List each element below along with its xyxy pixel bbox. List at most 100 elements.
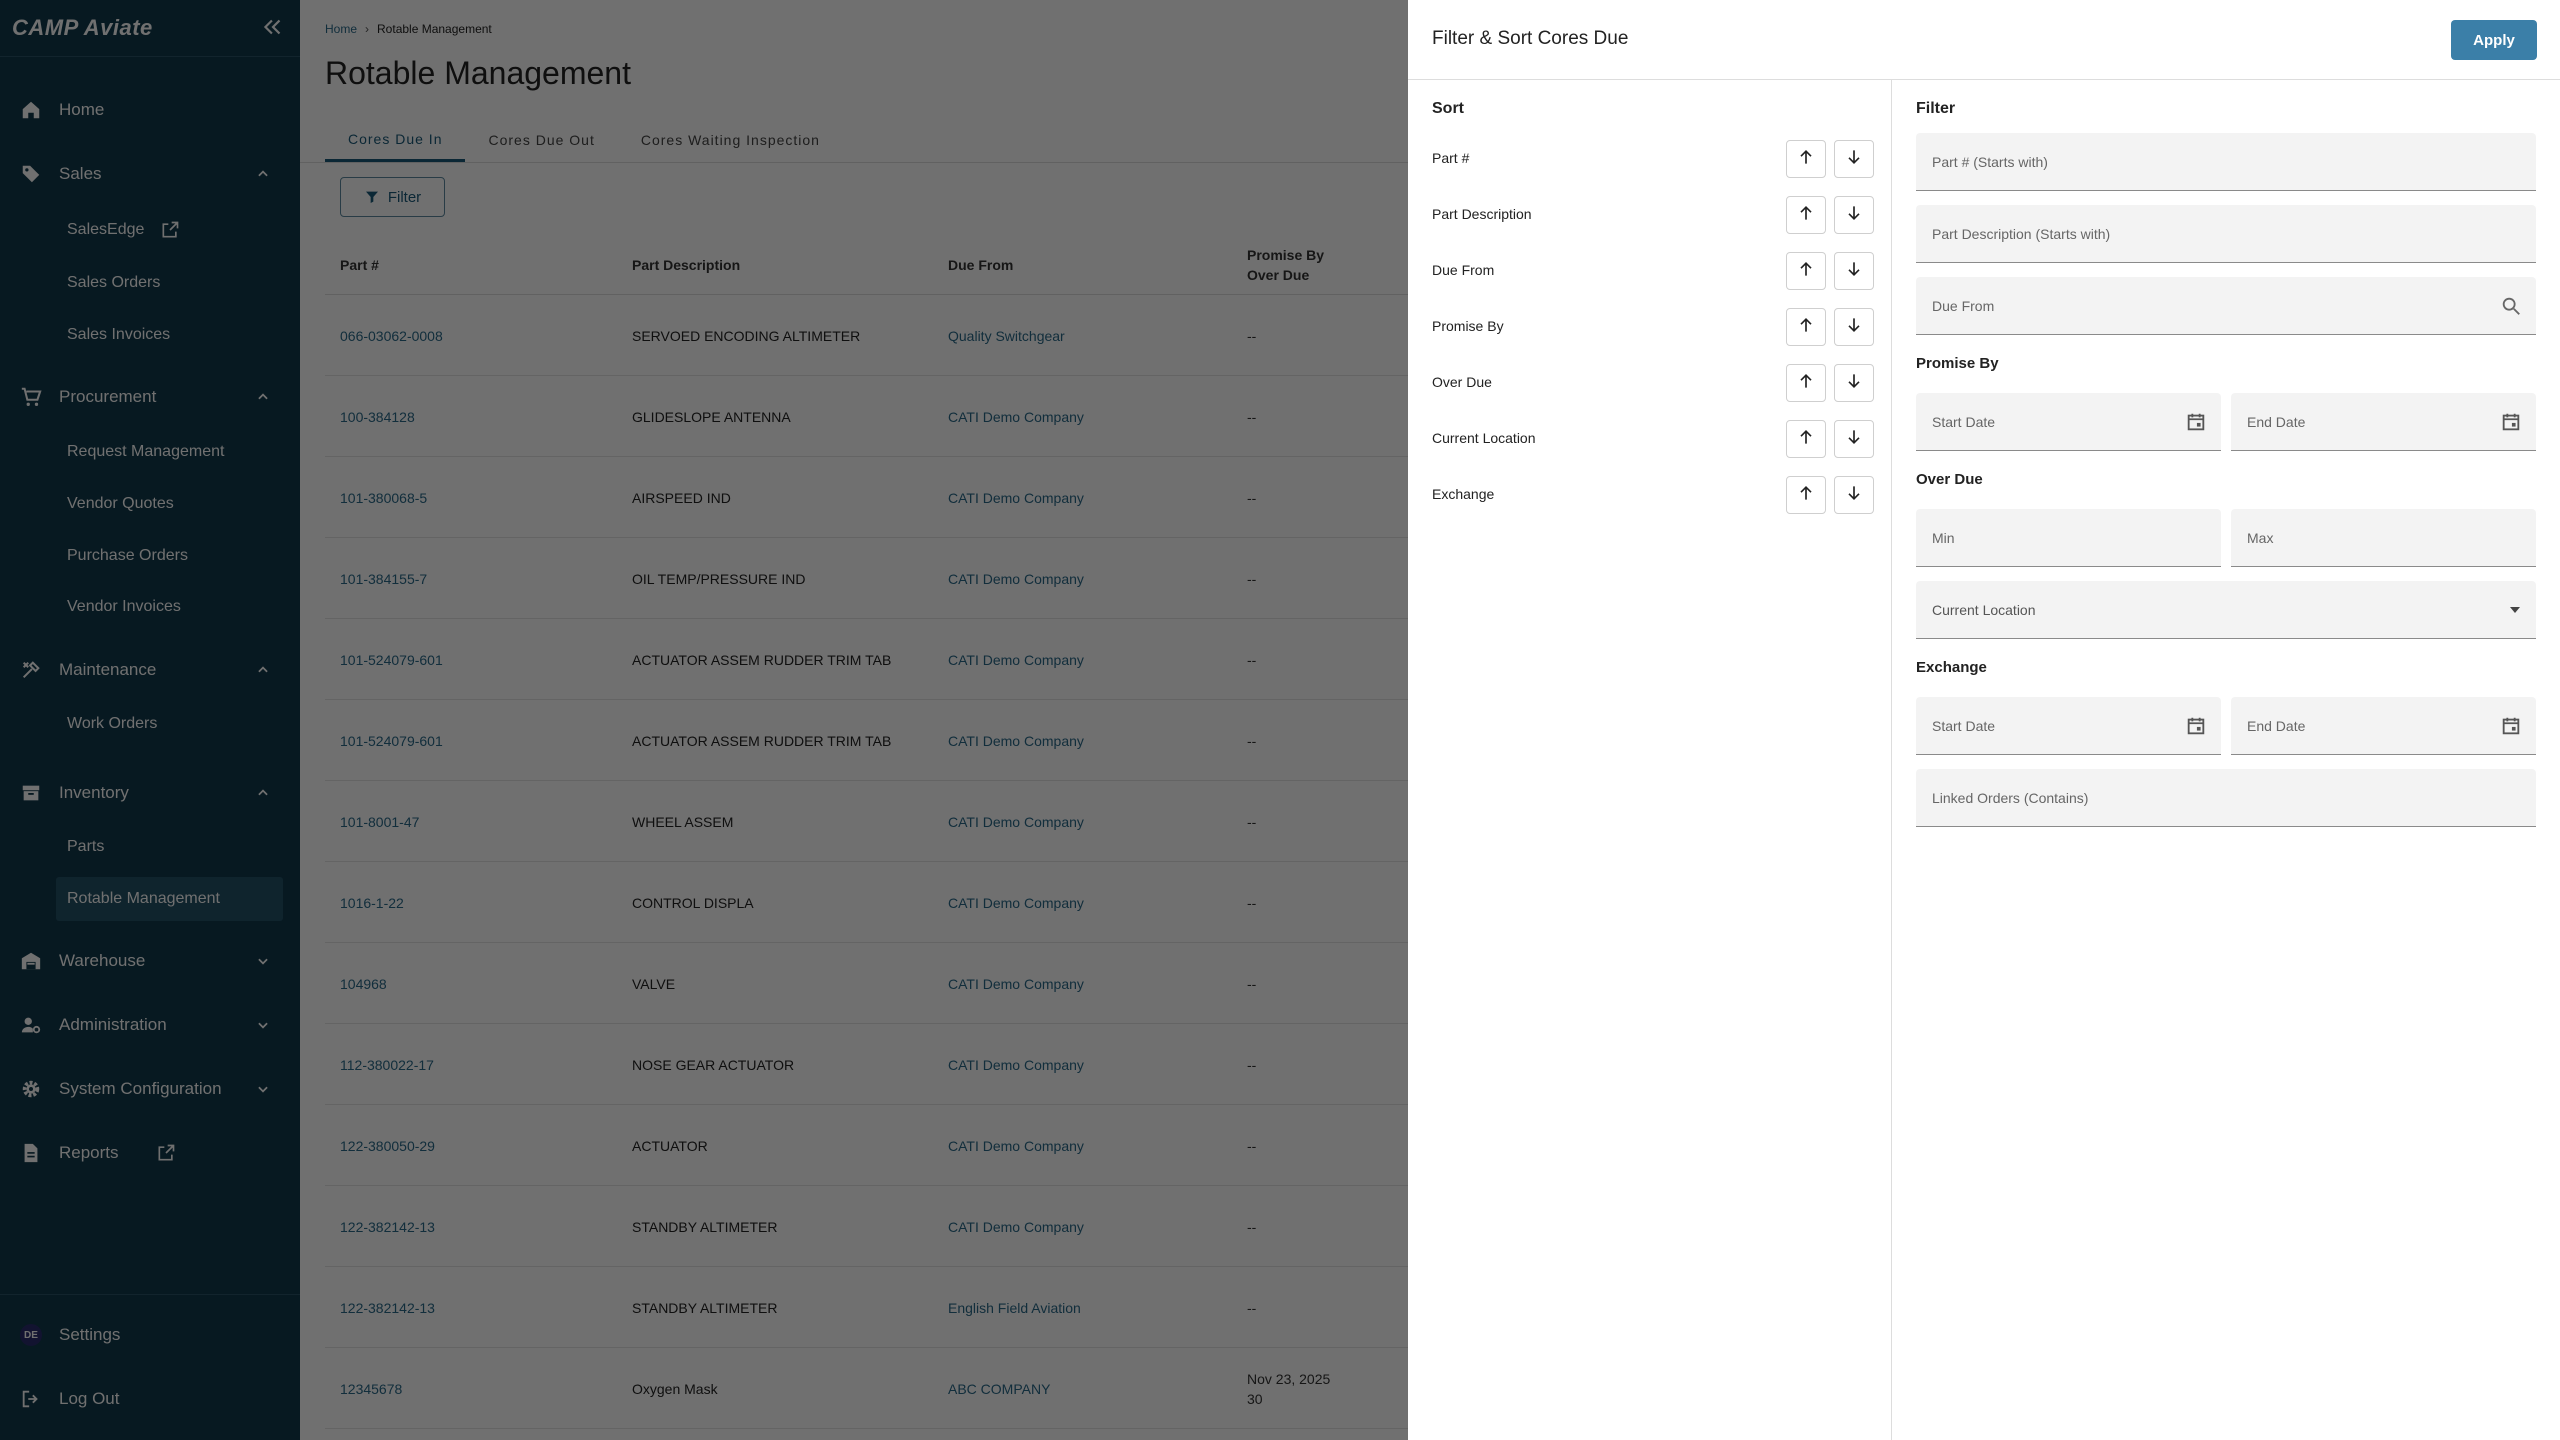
nav-parts[interactable]: Parts [56,825,283,869]
due-from-filter-input[interactable] [1916,277,2536,334]
table-row[interactable]: 12345678 Oxygen Mask ABC COMPANY Nov 23, 20… [325,1348,1408,1429]
sort-descending-button[interactable] [1834,196,1874,234]
nav-inventory[interactable]: Inventory [0,771,300,815]
part-number-link[interactable]: 101-524079-601 [340,700,443,781]
nav-procurement[interactable]: Procurement [0,375,300,419]
current-location-select[interactable]: Current Location [1916,581,2536,638]
part-number-link[interactable]: 101-384155-7 [340,538,427,619]
part-number-link[interactable]: 122-380050-29 [340,1105,435,1186]
part-number-link[interactable]: 101-8001-47 [340,781,419,862]
sort-ascending-button[interactable] [1786,140,1826,178]
linked-orders-filter-field[interactable] [1916,769,2536,827]
due-from-link[interactable]: CATI Demo Company [948,700,1084,781]
over-due-max-field[interactable] [2231,509,2536,567]
sort-descending-button[interactable] [1834,420,1874,458]
nav-home[interactable]: Home [0,88,300,132]
due-from-link[interactable]: CATI Demo Company [948,376,1084,457]
table-row[interactable]: 101-380068-5 AIRSPEED IND CATI Demo Compan… [325,457,1408,538]
due-from-link[interactable]: CATI Demo Company [948,862,1084,943]
filter-button[interactable]: Filter [340,177,445,217]
over-due-min-input[interactable] [1916,509,2221,566]
part-number-link[interactable]: 100-384128 [340,376,415,457]
part-filter-input[interactable] [1916,133,2536,190]
sort-ascending-button[interactable] [1786,252,1826,290]
due-from-link[interactable]: ABC COMPANY [948,1348,1050,1429]
nav-salesedge[interactable]: SalesEdge [56,208,283,252]
exchange-start-date-input[interactable] [1916,697,2221,754]
tab-cores-due-in[interactable]: Cores Due In [325,118,466,162]
promise-start-date-field[interactable] [1916,393,2221,451]
sort-descending-button[interactable] [1834,364,1874,402]
due-from-link[interactable]: Quality Switchgear [948,295,1065,376]
due-from-link[interactable]: CATI Demo Company [948,1024,1084,1105]
due-from-link[interactable]: CATI Demo Company [948,943,1084,1024]
calendar-icon[interactable] [2185,715,2207,737]
part-number-link[interactable]: 066-03062-0008 [340,295,443,376]
table-row[interactable]: 066-03062-0008 SERVOED ENCODING ALTIMETER… [325,295,1408,376]
table-row[interactable]: 104968 VALVE CATI Demo Company -- [325,943,1408,1024]
part-number-link[interactable]: 101-380068-5 [340,457,427,538]
due-from-link[interactable]: CATI Demo Company [948,538,1084,619]
due-from-link[interactable]: CATI Demo Company [948,1186,1084,1267]
table-row[interactable]: 101-524079-601 ACTUATOR ASSEM RUDDER TRIM… [325,700,1408,781]
table-row[interactable]: 122-382142-13 STANDBY ALTIMETER English Fi… [325,1267,1408,1348]
due-from-link[interactable]: CATI Demo Company [948,619,1084,700]
promise-start-date-input[interactable] [1916,393,2221,450]
nav-purchase-orders[interactable]: Purchase Orders [56,534,283,578]
part-number-link[interactable]: 112-380022-17 [340,1024,434,1105]
nav-sales[interactable]: Sales [0,152,300,196]
description-filter-field[interactable] [1916,205,2536,263]
due-from-link[interactable]: English Field Aviation [948,1267,1081,1348]
sort-descending-button[interactable] [1834,476,1874,514]
sort-descending-button[interactable] [1834,308,1874,346]
collapse-sidebar-icon[interactable] [260,14,286,40]
sort-descending-button[interactable] [1834,140,1874,178]
column-header-over-due[interactable]: Over Due [1247,265,1309,285]
calendar-icon[interactable] [2500,411,2522,433]
promise-end-date-field[interactable] [2231,393,2536,451]
sort-ascending-button[interactable] [1786,196,1826,234]
part-number-link[interactable]: 122-382142-13 [340,1186,435,1267]
linked-orders-filter-input[interactable] [1916,769,2536,826]
promise-end-date-input[interactable] [2231,393,2536,450]
table-row[interactable]: 101-524079-601 ACTUATOR ASSEM RUDDER TRIM… [325,619,1408,700]
calendar-icon[interactable] [2185,411,2207,433]
due-from-link[interactable]: CATI Demo Company [948,781,1084,862]
table-row[interactable]: 101-8001-47 WHEEL ASSEM CATI Demo Company -… [325,781,1408,862]
over-due-min-field[interactable] [1916,509,2221,567]
part-number-link[interactable]: 101-524079-601 [340,619,443,700]
nav-maintenance[interactable]: Maintenance [0,648,300,692]
nav-sales-orders[interactable]: Sales Orders [56,261,283,305]
over-due-max-input[interactable] [2231,509,2536,566]
part-number-link[interactable]: 1016-1-22 [340,862,404,943]
sort-ascending-button[interactable] [1786,364,1826,402]
table-row[interactable]: 112-380022-17 NOSE GEAR ACTUATOR CATI Demo… [325,1024,1408,1105]
column-header-part[interactable]: Part # [340,235,379,295]
due-from-link[interactable]: CATI Demo Company [948,457,1084,538]
nav-system-configuration[interactable]: System Configuration [0,1067,300,1111]
part-number-link[interactable]: 12345678 [340,1348,402,1429]
column-header-description[interactable]: Part Description [632,235,740,295]
table-row[interactable]: 101-384155-7 OIL TEMP/PRESSURE IND CATI De… [325,538,1408,619]
due-from-link[interactable]: CATI Demo Company [948,1105,1084,1186]
part-filter-field[interactable] [1916,133,2536,191]
column-header-promise-by[interactable]: Promise By [1247,245,1324,265]
sort-ascending-button[interactable] [1786,308,1826,346]
calendar-icon[interactable] [2500,715,2522,737]
sort-descending-button[interactable] [1834,252,1874,290]
nav-vendor-invoices[interactable]: Vendor Invoices [56,585,283,629]
apply-button[interactable]: Apply [2451,20,2537,60]
nav-request-management[interactable]: Request Management [56,430,283,474]
tab-cores-waiting-inspection[interactable]: Cores Waiting Inspection [618,118,843,162]
due-from-filter-field[interactable] [1916,277,2536,335]
nav-warehouse[interactable]: Warehouse [0,939,300,983]
exchange-start-date-field[interactable] [1916,697,2221,755]
part-number-link[interactable]: 122-382142-13 [340,1267,435,1348]
nav-settings[interactable]: DE Settings [0,1313,300,1357]
breadcrumb-home[interactable]: Home [325,22,357,36]
nav-work-orders[interactable]: Work Orders [56,702,283,746]
nav-sales-invoices[interactable]: Sales Invoices [56,313,283,357]
nav-administration[interactable]: Administration [0,1003,300,1047]
sort-ascending-button[interactable] [1786,476,1826,514]
column-header-due-from[interactable]: Due From [948,235,1013,295]
